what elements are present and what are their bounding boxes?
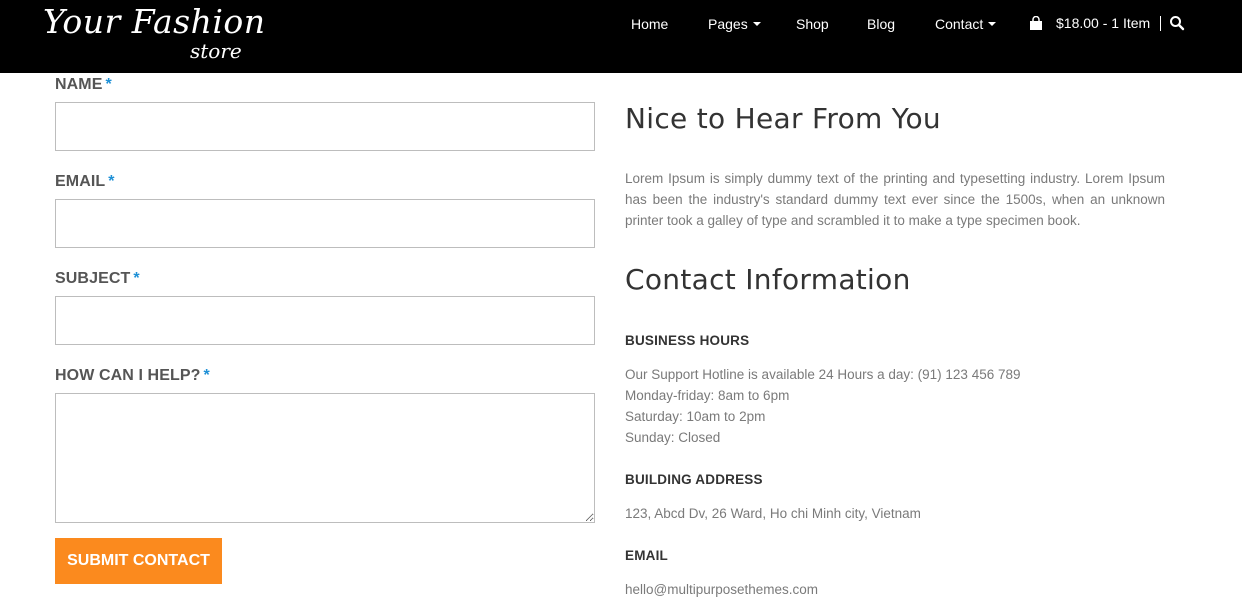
cart-summary[interactable]: $18.00 - 1 Item bbox=[1029, 14, 1150, 32]
nav-shop[interactable]: Shop bbox=[796, 15, 829, 33]
hours-line: Sunday: Closed bbox=[625, 430, 721, 445]
help-message-textarea[interactable] bbox=[55, 393, 595, 523]
hours-line: Saturday: 10am to 2pm bbox=[625, 409, 766, 424]
hours-line: Our Support Hotline is available 24 Hour… bbox=[625, 367, 1021, 382]
contact-email-link[interactable]: hello@multipurposethemes.com bbox=[625, 579, 818, 600]
name-label-text: NAME bbox=[55, 76, 103, 93]
nav-pages-label: Pages bbox=[708, 16, 748, 32]
subject-field[interactable] bbox=[55, 296, 595, 345]
contact-information-heading: Contact Information bbox=[625, 263, 911, 296]
required-mark: * bbox=[133, 270, 140, 287]
name-field[interactable] bbox=[55, 102, 595, 151]
required-mark: * bbox=[108, 173, 115, 190]
required-mark: * bbox=[105, 76, 112, 93]
hours-line: Monday-friday: 8am to 6pm bbox=[625, 388, 790, 403]
top-navbar: Your Fashion store Home Pages Shop Blog … bbox=[0, 0, 1242, 73]
nav-blog[interactable]: Blog bbox=[867, 15, 895, 33]
intro-paragraph: Lorem Ipsum is simply dummy text of the … bbox=[625, 171, 1165, 228]
help-label-text: HOW CAN I HELP? bbox=[55, 367, 201, 384]
nav-contact-label: Contact bbox=[935, 16, 984, 32]
business-hours-list: Our Support Hotline is available 24 Hour… bbox=[625, 364, 1021, 448]
nav-divider bbox=[1160, 16, 1161, 31]
nav-home[interactable]: Home bbox=[631, 15, 668, 33]
email-field[interactable] bbox=[55, 199, 595, 248]
email-label-text: EMAIL bbox=[55, 173, 106, 190]
name-label: NAME * bbox=[55, 76, 112, 94]
nav-contact[interactable]: Contact bbox=[935, 15, 997, 33]
nav-pages[interactable]: Pages bbox=[708, 15, 761, 33]
cart-text: $18.00 - 1 Item bbox=[1056, 15, 1151, 31]
building-address: 123, Abcd Dv, 26 Ward, Ho chi Minh city,… bbox=[625, 506, 921, 521]
shopping-bag-icon bbox=[1029, 15, 1043, 30]
nice-to-hear-heading: Nice to Hear From You bbox=[625, 102, 941, 135]
subject-label-text: SUBJECT bbox=[55, 270, 131, 287]
store-logo[interactable]: Your Fashion store bbox=[43, 2, 266, 62]
submit-contact-button[interactable]: SUBMIT CONTACT bbox=[55, 538, 222, 584]
business-hours-title: BUSINESS HOURS bbox=[625, 333, 750, 348]
building-address-title: BUILDING ADDRESS bbox=[625, 472, 763, 487]
logo-title: Your Fashion bbox=[43, 2, 266, 41]
logo-subtitle: store bbox=[190, 39, 242, 63]
search-icon[interactable] bbox=[1169, 15, 1185, 31]
required-mark: * bbox=[203, 367, 210, 384]
subject-label: SUBJECT * bbox=[55, 270, 140, 288]
caret-down-icon bbox=[752, 22, 761, 27]
caret-down-icon bbox=[988, 22, 997, 27]
email-label: EMAIL * bbox=[55, 173, 115, 191]
email-title: EMAIL bbox=[625, 548, 668, 563]
help-label: HOW CAN I HELP? * bbox=[55, 367, 210, 385]
